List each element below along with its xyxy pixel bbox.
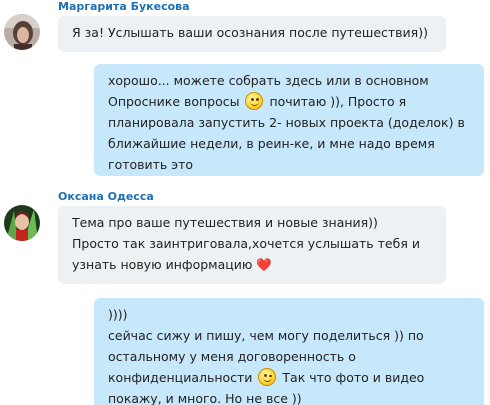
message-text: Тема про ваше путешествия и новые знания… [72,215,378,230]
avatar[interactable] [4,205,40,241]
smile-emoji-icon [245,92,264,110]
message-bubble: Тема про ваше путешествия и новые знания… [58,206,446,284]
message-bubble: хорошо... можете собрать здесь или в осн… [94,64,484,176]
message-bubble: )))) сейчас сижу и пишу, чем могу подели… [94,298,484,405]
message-text: Опроснике вопросы почитаю )), Просто я [108,92,407,110]
avatar[interactable] [4,14,40,50]
sender-name[interactable]: Оксана Одесса [58,190,154,203]
message-text: сейчас сижу и пишу, чем могу поделиться … [108,328,424,343]
sender-name[interactable]: Маргарита Букесова [58,0,190,13]
message-text: )))) [108,307,128,322]
message-text: хорошо... можете собрать здесь или в осн… [108,73,429,88]
message-text: узнать новую информацию ❤️ [72,257,272,272]
message-text: ближайшие недели, в реин-ке, и мне надо … [108,136,435,151]
message-text: планировала запустить 2- новых проекта (… [108,115,465,130]
message-text: конфиденциальности Так что фото и видео [108,368,425,386]
message-bubble: Я за! Услышать ваши осознания после путе… [58,16,446,52]
message-text: Я за! Услышать ваши осознания после путе… [72,25,428,40]
message-text: готовить это [108,157,194,172]
message-text: Просто так заинтриговала,хочется услышат… [72,236,420,251]
message-text: остальному у меня договоренность о [108,349,356,364]
wink-emoji-icon [258,368,277,386]
message-text: покажу, и много. Но не все )) [108,391,302,405]
